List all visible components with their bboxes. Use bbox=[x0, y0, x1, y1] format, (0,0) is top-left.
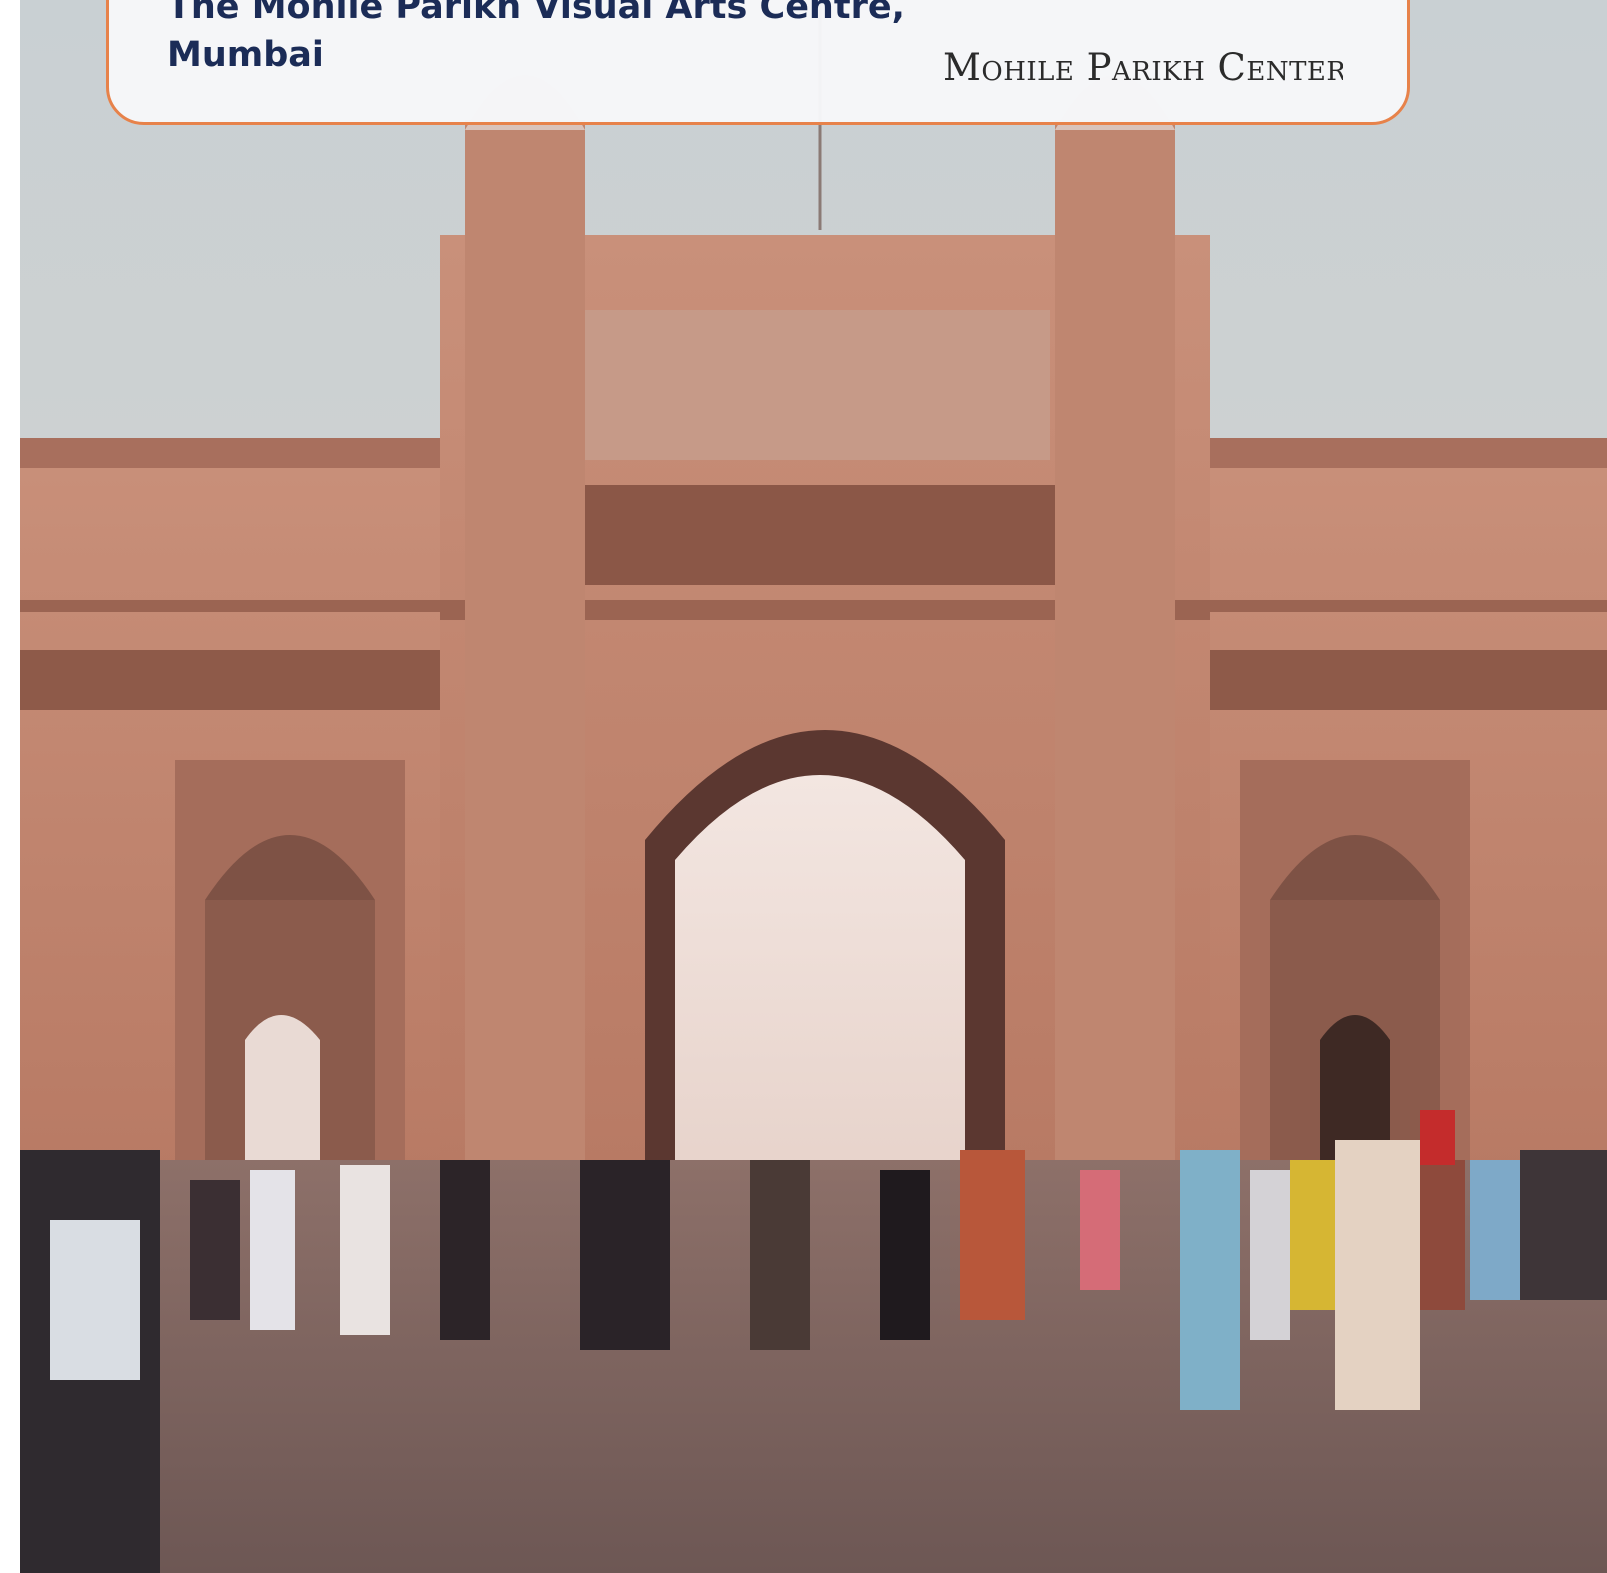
side-arch-left bbox=[175, 760, 405, 1180]
left-margin bbox=[0, 0, 20, 1573]
logo-emblem-icon bbox=[1168, 0, 1242, 2]
venue-title-line-2: Mumbai bbox=[167, 35, 324, 75]
hero-photo bbox=[20, 0, 1607, 1573]
venue-title: The Mohile Parikh Visual Arts Centre, Mu… bbox=[167, 0, 927, 79]
gateway-of-india-image bbox=[20, 0, 1607, 1573]
logo-wordmark: Mohile Parikh Center bbox=[943, 46, 1343, 89]
mohile-parikh-logo: Mohile Parikh Center bbox=[937, 0, 1357, 128]
venue-title-line-1: The Mohile Parikh Visual Arts Centre, bbox=[167, 0, 905, 27]
venue-header-card: The Mohile Parikh Visual Arts Centre, Mu… bbox=[106, 0, 1410, 125]
